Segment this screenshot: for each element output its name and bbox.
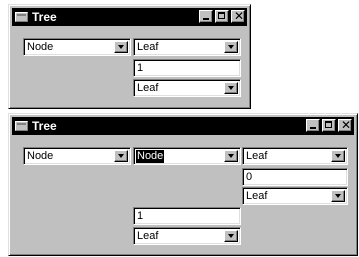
leaf-value-field[interactable]: 0 (242, 168, 348, 186)
dropdown-arrow-icon[interactable] (114, 41, 128, 53)
leaf-type-combo[interactable]: Leaf (133, 227, 241, 245)
leaf-value-field[interactable]: 1 (133, 207, 241, 225)
field-value: 1 (137, 62, 144, 74)
close-icon: ✕ (234, 9, 245, 23)
grandchild-type-combo[interactable]: Leaf (242, 147, 348, 165)
window-menu-icon[interactable] (15, 121, 28, 131)
window-title: Tree (32, 119, 57, 133)
dropdown-arrow-icon[interactable] (224, 41, 238, 53)
combo-value: Leaf (137, 82, 159, 94)
title-bar[interactable]: Tree ✕ (12, 117, 354, 135)
dropdown-arrow-icon[interactable] (224, 150, 238, 162)
node-type-combo[interactable]: Node (23, 38, 131, 56)
dropdown-arrow-icon[interactable] (114, 150, 128, 162)
close-icon: ✕ (341, 118, 352, 132)
field-value: 0 (246, 171, 253, 183)
minimize-button[interactable] (306, 119, 320, 132)
window-title: Tree (32, 10, 57, 24)
dropdown-arrow-icon[interactable] (224, 230, 238, 242)
minimize-icon (310, 127, 316, 129)
leaf-type-combo[interactable]: Leaf (242, 187, 348, 205)
maximize-icon (218, 12, 225, 19)
tree-window-2: Tree ✕ Node Node Leaf 0 Leaf 1 Leaf (8, 113, 358, 256)
minimize-button[interactable] (199, 10, 213, 23)
dropdown-arrow-icon[interactable] (224, 82, 238, 94)
node-type-combo[interactable]: Node (23, 147, 131, 165)
dropdown-arrow-icon[interactable] (331, 150, 345, 162)
combo-value: Node (27, 150, 54, 162)
leaf-type-combo[interactable]: Leaf (133, 79, 241, 97)
field-value: 1 (137, 210, 144, 222)
combo-value: Leaf (137, 230, 159, 242)
dropdown-arrow-icon[interactable] (331, 190, 345, 202)
combo-value: Leaf (137, 41, 159, 53)
maximize-button[interactable] (322, 119, 336, 132)
window-menu-icon[interactable] (15, 12, 28, 22)
maximize-button[interactable] (215, 10, 229, 23)
tree-window-1: Tree ✕ Node Leaf 1 Leaf (8, 4, 251, 109)
combo-value: Node (27, 41, 54, 53)
combo-value: Leaf (246, 150, 268, 162)
child-type-combo-selected[interactable]: Node (133, 147, 241, 165)
minimize-icon (203, 18, 209, 20)
title-bar[interactable]: Tree ✕ (12, 8, 247, 26)
combo-value: Leaf (246, 190, 268, 202)
combo-value-selected: Node (136, 150, 165, 163)
leaf-value-field[interactable]: 1 (133, 59, 241, 77)
close-button[interactable]: ✕ (338, 118, 352, 132)
child-type-combo[interactable]: Leaf (133, 38, 241, 56)
close-button[interactable]: ✕ (231, 9, 245, 23)
maximize-icon (325, 121, 332, 128)
